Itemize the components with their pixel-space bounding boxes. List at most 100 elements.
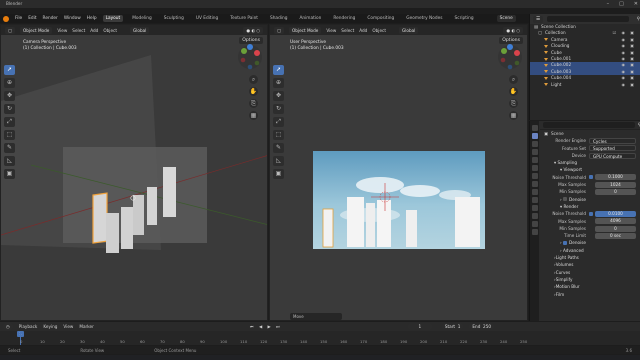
annotate-tool-icon[interactable]: ✎: [4, 143, 15, 153]
tool-tab-icon[interactable]: [531, 125, 538, 131]
render-subpanel-header[interactable]: ▾ Render: [540, 203, 640, 210]
min-samples-field[interactable]: 0: [595, 225, 636, 232]
zoom-icon[interactable]: ⌕: [509, 75, 518, 84]
cursor-tool-icon[interactable]: ⊕: [273, 78, 284, 88]
panel-header[interactable]: › Film: [540, 291, 640, 298]
select-tool-icon[interactable]: ➚: [4, 65, 15, 75]
camera-view-icon[interactable]: ⎘: [249, 99, 258, 108]
transform-tool-icon[interactable]: ⬚: [273, 130, 284, 140]
scale-tool-icon[interactable]: ⤢: [4, 117, 15, 127]
noise-threshold-field[interactable]: 0.0100: [595, 210, 636, 217]
editor-type-button[interactable]: ◷: [3, 323, 13, 330]
panel-header[interactable]: › Motion Blur: [540, 283, 640, 290]
panel-header[interactable]: › Simplify: [540, 276, 640, 283]
rotate-tool-icon[interactable]: ↻: [273, 104, 284, 114]
physics-tab-icon[interactable]: [531, 197, 538, 203]
measure-tool-icon[interactable]: ◺: [273, 156, 284, 166]
tab-geometry-nodes[interactable]: Geometry Nodes: [403, 15, 445, 22]
add-cube-tool-icon[interactable]: ▣: [4, 169, 15, 179]
particles-tab-icon[interactable]: [531, 189, 538, 195]
panel-header[interactable]: › Volumes: [540, 261, 640, 268]
navigation-gizmo[interactable]: [497, 44, 523, 70]
timeline[interactable]: 1 01020304050607080901001101201301401501…: [0, 331, 640, 345]
output-tab-icon[interactable]: [531, 141, 538, 147]
render-tab-icon[interactable]: [531, 133, 538, 139]
end-frame-field[interactable]: End 250: [469, 323, 495, 330]
denoise-viewport-subpanel[interactable]: › Denoise: [540, 196, 640, 203]
shading-buttons[interactable]: ● ◐ ○: [503, 26, 523, 34]
start-frame-field[interactable]: Start 1: [441, 323, 464, 330]
object-mode-dropdown[interactable]: Object Mode: [288, 26, 322, 34]
feature-set-dropdown[interactable]: Supported: [589, 145, 636, 152]
tab-compositing[interactable]: Compositing: [364, 15, 397, 22]
menu-playback[interactable]: Playback: [19, 324, 38, 329]
editor-type-button[interactable]: ▢: [5, 26, 15, 34]
move-tool-icon[interactable]: ✥: [273, 91, 284, 101]
annotate-tool-icon[interactable]: ✎: [273, 143, 284, 153]
user-viewport[interactable]: ▢ Object Mode View Select Add Object Glo…: [269, 24, 528, 321]
noise-threshold-checkbox[interactable]: [589, 211, 593, 216]
panel-header[interactable]: › Light Paths: [540, 254, 640, 261]
noise-threshold-field[interactable]: 0.1000: [595, 174, 636, 181]
menu-add[interactable]: Add: [359, 28, 367, 33]
filter-icon[interactable]: ⚲: [637, 17, 640, 22]
menu-help[interactable]: Help: [87, 16, 97, 21]
scene-selector[interactable]: Scene: [496, 15, 516, 22]
constraints-tab-icon[interactable]: [531, 205, 538, 211]
pan-hand-icon[interactable]: ✋: [249, 87, 258, 96]
texture-tab-icon[interactable]: [531, 229, 538, 235]
menu-edit[interactable]: Edit: [28, 16, 36, 21]
select-tool-icon[interactable]: ➚: [273, 65, 284, 75]
menu-select[interactable]: Select: [72, 28, 85, 33]
panel-header[interactable]: › Curves: [540, 269, 640, 276]
playback-controls[interactable]: ⏮ ◀ ▶ ⏭: [250, 324, 282, 329]
grid-icon[interactable]: ▦: [249, 111, 258, 120]
shading-buttons[interactable]: ● ◐ ○: [243, 26, 263, 34]
menu-add[interactable]: Add: [90, 28, 98, 33]
camera-view-icon[interactable]: ⎘: [509, 99, 518, 108]
sampling-panel-header[interactable]: ▾ Sampling: [540, 159, 640, 166]
measure-tool-icon[interactable]: ◺: [4, 156, 15, 166]
max-samples-field[interactable]: 1024: [595, 181, 636, 188]
min-samples-field[interactable]: 0: [595, 189, 636, 196]
maximize-button[interactable]: □: [619, 0, 624, 8]
tab-layout[interactable]: Layout: [102, 15, 124, 22]
tab-animation[interactable]: Animation: [296, 15, 324, 22]
tab-sculpting[interactable]: Sculpting: [161, 15, 187, 22]
menu-select[interactable]: Select: [341, 28, 354, 33]
device-dropdown[interactable]: GPU Compute: [589, 152, 636, 159]
object-mode-dropdown[interactable]: Object Mode: [19, 26, 53, 34]
tab-uv-editing[interactable]: UV Editing: [193, 15, 221, 22]
close-button[interactable]: ✕: [634, 0, 638, 8]
current-frame-field[interactable]: 1: [407, 323, 432, 330]
menu-object[interactable]: Object: [103, 28, 117, 33]
last-operator-panel[interactable]: Move: [290, 313, 342, 320]
denoise-render-subpanel[interactable]: › Denoise: [540, 239, 640, 246]
editor-type-button[interactable]: ▢: [274, 26, 284, 34]
blender-logo-icon[interactable]: [3, 15, 9, 22]
time-limit-field[interactable]: 0 sec: [595, 232, 636, 239]
object-tab-icon[interactable]: [531, 173, 538, 179]
minimize-button[interactable]: –: [607, 0, 610, 8]
world-tab-icon[interactable]: [531, 165, 538, 171]
move-tool-icon[interactable]: ✥: [4, 91, 15, 101]
scale-tool-icon[interactable]: ⤢: [273, 117, 284, 127]
menu-file[interactable]: File: [15, 16, 22, 21]
tab-scripting[interactable]: Scripting: [452, 15, 477, 22]
visibility-toggles[interactable]: ◉ ▣: [621, 82, 636, 88]
scene-tab-icon[interactable]: [531, 157, 538, 163]
material-tab-icon[interactable]: [531, 221, 538, 227]
outliner-item[interactable]: Light ◉ ▣: [530, 82, 640, 88]
max-samples-field[interactable]: 4096: [595, 218, 636, 225]
orientation-dropdown[interactable]: Global: [398, 26, 419, 34]
cursor-tool-icon[interactable]: ⊕: [4, 78, 15, 88]
advanced-subpanel[interactable]: › Advanced: [540, 247, 640, 254]
menu-marker[interactable]: Marker: [79, 324, 93, 329]
tab-modeling[interactable]: Modeling: [129, 15, 155, 22]
navigation-gizmo[interactable]: [237, 44, 263, 70]
add-cube-tool-icon[interactable]: ▣: [273, 169, 284, 179]
tab-shading[interactable]: Shading: [267, 15, 290, 22]
noise-threshold-checkbox[interactable]: [589, 175, 593, 180]
outliner-search-input[interactable]: [547, 16, 629, 22]
transform-tool-icon[interactable]: ⬚: [4, 130, 15, 140]
